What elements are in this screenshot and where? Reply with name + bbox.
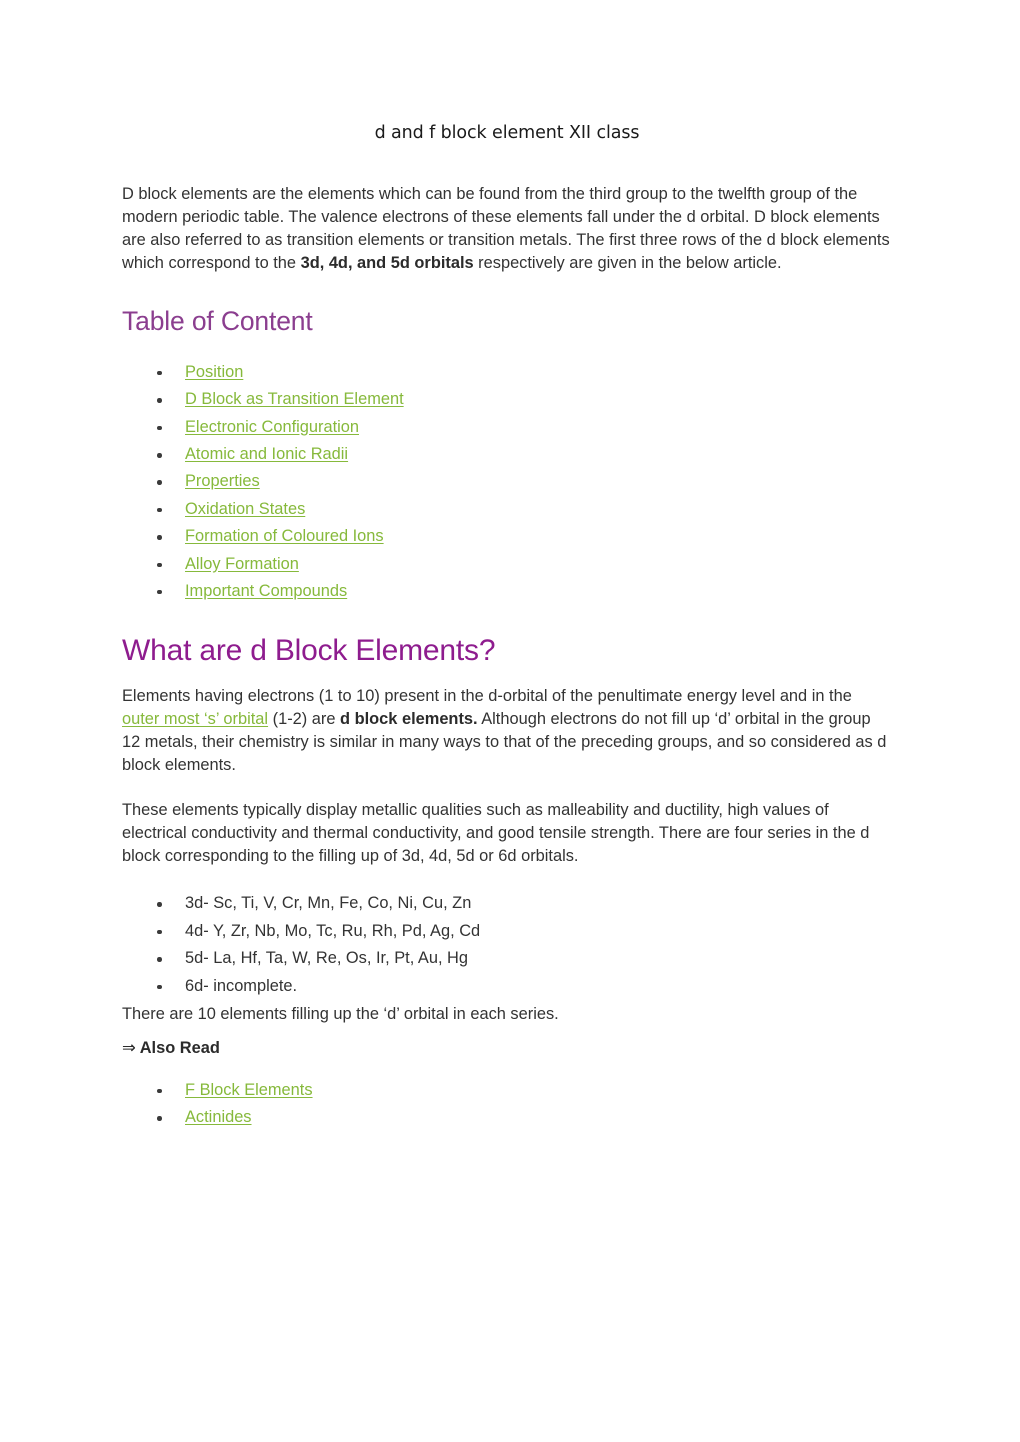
section-paragraph-2: These elements typically display metalli… [122, 800, 870, 865]
list-item: Alloy Formation [122, 551, 892, 578]
toc-link-atomic-and-ionic-radii[interactable]: Atomic and Ionic Radii [185, 445, 348, 463]
intro-bold-orbitals: 3d, 4d, and 5d orbitals [300, 254, 474, 273]
inline-link-outer-most-s-orbital[interactable]: outer most ‘s’ orbital [122, 710, 268, 728]
series-closing-line: There are 10 elements filling up the ‘d’… [122, 1004, 559, 1023]
toc-link-d-block-as-transition-element[interactable]: D Block as Transition Element [185, 390, 404, 408]
section-p1-part2: (1-2) are [268, 709, 341, 728]
toc-link-oxidation-states[interactable]: Oxidation States [185, 500, 305, 518]
list-item: 4d- Y, Zr, Nb, Mo, Tc, Ru, Rh, Pd, Ag, C… [122, 918, 892, 946]
list-item: Important Compounds [122, 578, 892, 605]
document-content: d and f block element XII class D block … [122, 118, 892, 1132]
section-p1-bold: d block elements. [340, 709, 478, 728]
list-item: Position [122, 359, 892, 386]
page-title: d and f block element XII class [374, 123, 640, 143]
list-item: Formation of Coloured Ions [122, 523, 892, 550]
also-read-list: F Block Elements Actinides [122, 1077, 892, 1132]
list-item: Electronic Configuration [122, 414, 892, 441]
section-heading-what-are-d-block-elements: What are d Block Elements? [122, 634, 496, 668]
intro-text-part2: respectively are given in the below arti… [473, 254, 782, 273]
double-arrow-icon: ⇒ [122, 1038, 136, 1057]
list-item: Properties [122, 468, 892, 495]
also-read-heading: ⇒ Also Read [122, 1037, 892, 1060]
list-item: F Block Elements [122, 1077, 892, 1105]
also-read-link-f-block-elements[interactable]: F Block Elements [185, 1081, 313, 1099]
toc-link-position[interactable]: Position [185, 363, 243, 381]
toc-link-electronic-configuration[interactable]: Electronic Configuration [185, 418, 359, 436]
list-item: 6d- incomplete. [122, 973, 892, 1001]
d-block-series-list: 3d- Sc, Ti, V, Cr, Mn, Fe, Co, Ni, Cu, Z… [122, 890, 892, 1000]
section-p1-part1: Elements having electrons (1 to 10) pres… [122, 686, 852, 705]
list-item: 5d- La, Hf, Ta, W, Re, Os, Ir, Pt, Au, H… [122, 945, 892, 973]
list-item: Actinides [122, 1104, 892, 1132]
document-page: d and f block element XII class D block … [0, 0, 1020, 1442]
intro-paragraph: D block elements are the elements which … [122, 183, 892, 276]
toc-link-properties[interactable]: Properties [185, 472, 260, 490]
list-item: Atomic and Ionic Radii [122, 441, 892, 468]
toc-link-important-compounds[interactable]: Important Compounds [185, 582, 347, 600]
also-read-link-actinides[interactable]: Actinides [185, 1108, 252, 1126]
also-read-label: Also Read [139, 1038, 220, 1057]
list-item: Oxidation States [122, 496, 892, 523]
list-item: D Block as Transition Element [122, 386, 892, 413]
table-of-content-heading: Table of Content [122, 305, 313, 336]
toc-link-formation-of-coloured-ions[interactable]: Formation of Coloured Ions [185, 527, 384, 545]
list-item: 3d- Sc, Ti, V, Cr, Mn, Fe, Co, Ni, Cu, Z… [122, 890, 892, 918]
table-of-content-list: Position D Block as Transition Element E… [122, 359, 892, 606]
toc-link-alloy-formation[interactable]: Alloy Formation [185, 555, 299, 573]
section-paragraph-1: Elements having electrons (1 to 10) pres… [122, 685, 892, 778]
